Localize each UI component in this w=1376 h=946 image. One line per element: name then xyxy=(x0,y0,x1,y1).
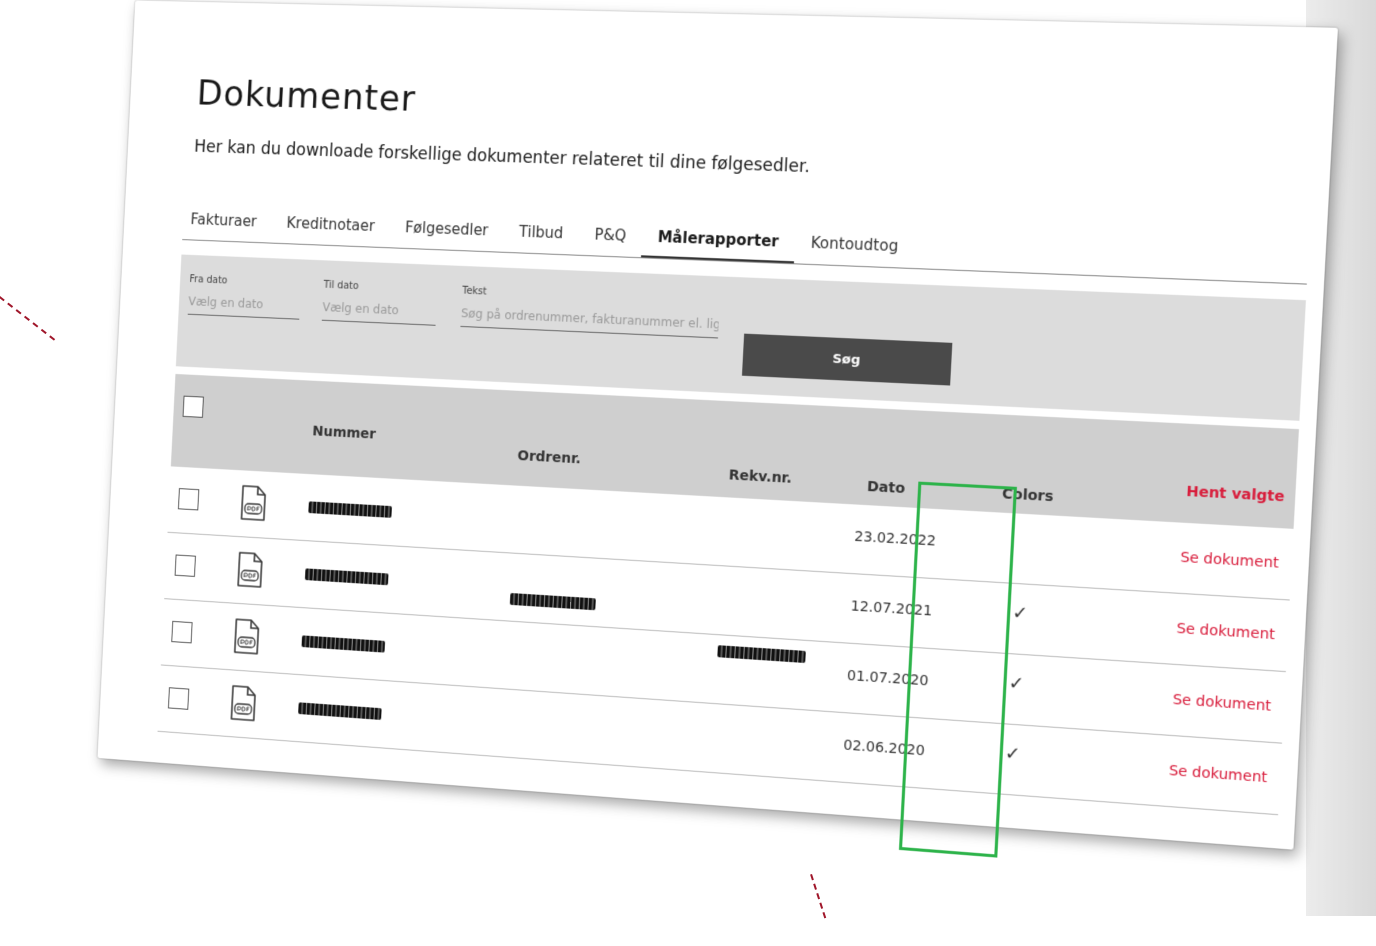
pdf-file-icon[interactable] xyxy=(235,551,265,590)
redacted-rekvnr xyxy=(717,645,806,664)
search-button[interactable]: Søg xyxy=(741,333,953,386)
row-checkbox[interactable] xyxy=(167,687,190,710)
redacted-ordrenr xyxy=(509,592,596,611)
select-all-checkbox[interactable] xyxy=(182,395,204,418)
colors-column-highlight xyxy=(898,481,1017,858)
page-title: Dokumenter xyxy=(195,73,417,120)
pdf-file-icon[interactable] xyxy=(229,684,259,723)
column-ordrenr: Ordrenr. xyxy=(517,448,582,468)
documents-page: Dokumenter Her kan du downloade forskell… xyxy=(97,0,1338,858)
redacted-nummer xyxy=(308,501,392,518)
redacted-nummer xyxy=(301,635,386,653)
row-checkbox[interactable] xyxy=(177,488,200,511)
download-selected-link[interactable]: Hent valgte xyxy=(1186,484,1285,506)
to-date-group: Til dato xyxy=(321,279,438,326)
view-document-link[interactable]: Se dokument xyxy=(1180,549,1279,571)
tab-kreditnotaer[interactable]: Kreditnotaer xyxy=(271,213,391,247)
column-rekvnr: Rekv.nr. xyxy=(728,467,793,487)
row-checkbox[interactable] xyxy=(174,554,196,577)
tab-folgesedler[interactable]: Følgesedler xyxy=(389,218,504,252)
from-date-label: Fra dato xyxy=(189,274,228,287)
annotation-dash-left xyxy=(0,296,56,341)
check-icon: ✓ xyxy=(1011,602,1029,625)
text-search-group: Tekst xyxy=(460,286,720,339)
tab-pq[interactable]: P&Q xyxy=(578,225,643,257)
tab-tilbud[interactable]: Tilbud xyxy=(503,222,580,255)
redacted-nummer xyxy=(298,702,382,720)
text-search-input[interactable] xyxy=(460,304,720,339)
tab-malerapporter[interactable]: Målerapporter xyxy=(640,227,796,264)
tab-fakturaer[interactable]: Fakturaer xyxy=(182,210,272,242)
check-icon: ✓ xyxy=(1004,742,1022,766)
tab-kontoudtog[interactable]: Kontoudtog xyxy=(794,233,915,268)
pdf-file-icon[interactable] xyxy=(232,617,262,656)
to-date-label: Til dato xyxy=(323,279,359,293)
view-document-link[interactable]: Se dokument xyxy=(1168,763,1267,787)
view-document-link[interactable]: Se dokument xyxy=(1172,692,1271,715)
row-checkbox[interactable] xyxy=(171,620,193,644)
view-document-link[interactable]: Se dokument xyxy=(1176,621,1275,644)
from-date-group: Fra dato xyxy=(187,274,302,320)
documents-table: Nummer Ordrenr. Rekv.nr. Dato Colors Hen… xyxy=(157,373,1299,816)
check-icon: ✓ xyxy=(1008,672,1025,695)
text-search-label: Tekst xyxy=(461,285,487,298)
to-date-input[interactable] xyxy=(321,298,437,326)
column-nummer: Nummer xyxy=(312,423,377,443)
pdf-file-icon[interactable] xyxy=(239,484,269,522)
redacted-nummer xyxy=(304,568,389,586)
page-subtitle: Her kan du downloade forskellige dokumen… xyxy=(193,137,811,178)
column-dato: Dato xyxy=(866,478,906,498)
screenshot-card: Dokumenter Her kan du downloade forskell… xyxy=(93,0,1370,945)
from-date-input[interactable] xyxy=(187,292,301,320)
